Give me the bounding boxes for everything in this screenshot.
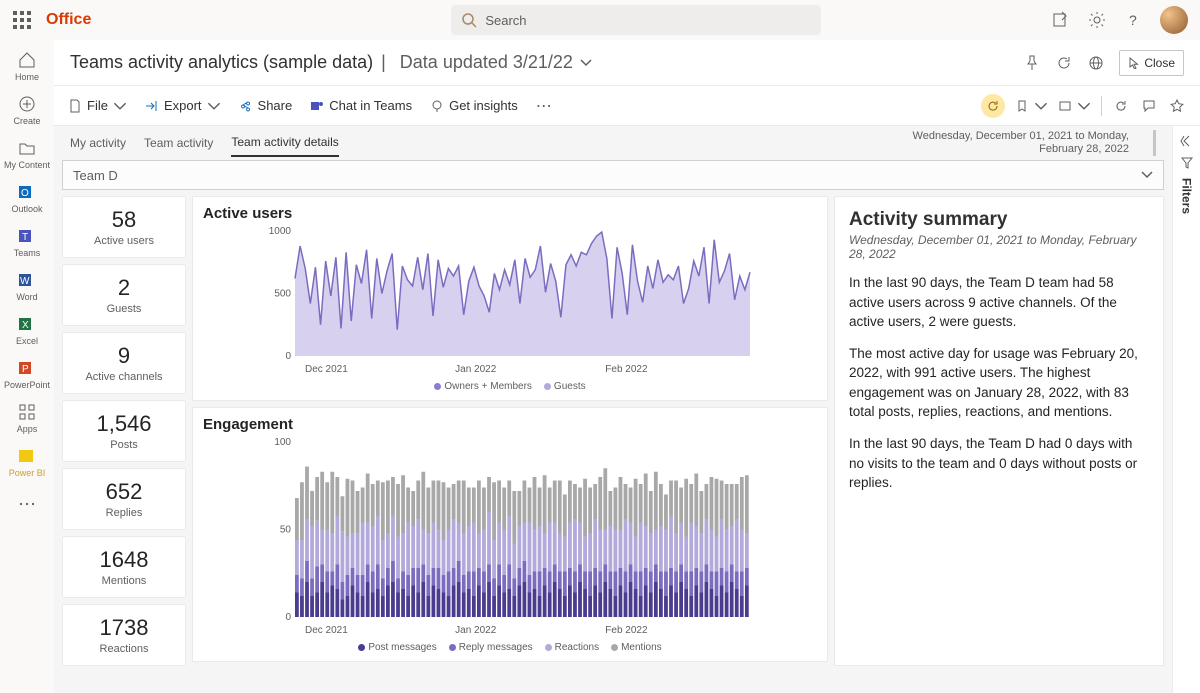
filters-pane-collapsed[interactable]: Filters <box>1172 126 1200 693</box>
svg-text:0: 0 <box>285 351 291 362</box>
rail-powerpoint[interactable]: PPowerPoint <box>3 354 51 394</box>
pin-icon[interactable] <box>1023 54 1041 72</box>
kpi-card[interactable]: 652Replies <box>62 468 186 530</box>
reset-icon[interactable] <box>981 94 1005 118</box>
globe-icon[interactable] <box>1087 54 1105 72</box>
expand-icon[interactable] <box>1180 134 1194 148</box>
report-tabs: My activity Team activity Team activity … <box>62 126 1164 160</box>
favorite-icon[interactable] <box>1168 97 1186 115</box>
kpi-cards: 58Active users2Guests9Active channels1,5… <box>62 196 186 666</box>
rail-more-icon[interactable]: ⋯ <box>18 494 36 515</box>
search-placeholder: Search <box>485 13 526 28</box>
summary-p3: In the last 90 days, the Team D had 0 da… <box>849 434 1149 493</box>
rail-home[interactable]: Home <box>3 46 51 86</box>
kpi-card[interactable]: 1,546Posts <box>62 400 186 462</box>
top-bar: Office Search ? <box>0 0 1200 40</box>
kpi-card[interactable]: 2Guests <box>62 264 186 326</box>
rail-apps[interactable]: Apps <box>3 398 51 438</box>
page-title-sep: | <box>381 52 386 73</box>
brand-label: Office <box>46 11 91 29</box>
engagement-chart[interactable]: Engagement 050100Dec 2021Jan 2022Feb 202… <box>192 407 828 662</box>
more-icon[interactable]: ⋯ <box>536 96 552 116</box>
svg-text:W: W <box>20 276 30 287</box>
svg-text:Feb 2022: Feb 2022 <box>605 364 648 375</box>
kpi-card[interactable]: 1738Reactions <box>62 604 186 666</box>
tab-team-activity[interactable]: Team activity <box>144 130 213 156</box>
svg-text:Feb 2022: Feb 2022 <box>605 625 648 636</box>
svg-text:O: O <box>21 188 29 199</box>
help-icon[interactable]: ? <box>1124 11 1142 29</box>
report-content: My activity Team activity Team activity … <box>54 126 1200 693</box>
kpi-card[interactable]: 1648Mentions <box>62 536 186 598</box>
summary-subtitle: Wednesday, December 01, 2021 to Monday, … <box>849 233 1149 261</box>
settings-icon[interactable] <box>1088 11 1106 29</box>
svg-text:Jan 2022: Jan 2022 <box>455 364 497 375</box>
activity-summary-panel: Activity summary Wednesday, December 01,… <box>834 196 1164 666</box>
share-button[interactable]: Share <box>239 98 293 113</box>
team-selector[interactable]: Team D <box>62 160 1164 190</box>
engagement-svg: 0 50 100 Dec 2021 Jan 2022 Feb 2022 <box>203 437 817 637</box>
rail-word[interactable]: WWord <box>3 266 51 306</box>
task-icon[interactable] <box>1052 11 1070 29</box>
app-launcher-icon[interactable] <box>12 10 32 30</box>
close-button[interactable]: Close <box>1119 50 1184 76</box>
search-icon <box>461 12 477 28</box>
scrollbar-thumb[interactable] <box>1153 130 1156 156</box>
svg-text:Jan 2022: Jan 2022 <box>455 625 497 636</box>
rail-mycontent[interactable]: My Content <box>3 134 51 174</box>
summary-p2: The most active day for usage was Februa… <box>849 344 1149 422</box>
refresh-icon[interactable] <box>1055 54 1073 72</box>
filter-icon <box>1180 156 1194 170</box>
rail-outlook[interactable]: OOutlook <box>3 178 51 218</box>
file-menu[interactable]: File <box>68 98 127 113</box>
svg-text:50: 50 <box>280 525 292 536</box>
svg-text:T: T <box>22 232 28 243</box>
svg-text:P: P <box>22 364 29 375</box>
chevron-down-icon[interactable] <box>579 56 593 70</box>
bookmark-menu[interactable] <box>1015 99 1048 113</box>
page-title: Teams activity analytics (sample data) <box>70 52 373 73</box>
toolbar: File Export Share Chat in Teams Get insi… <box>54 86 1200 126</box>
kpi-card[interactable]: 9Active channels <box>62 332 186 394</box>
date-range-label: Wednesday, December 01, 2021 to Monday, … <box>909 130 1129 156</box>
page: Teams activity analytics (sample data) |… <box>54 40 1200 693</box>
svg-text:1000: 1000 <box>269 226 292 237</box>
active-users-chart[interactable]: Active users 05001000Dec 2021Jan 2022Feb… <box>192 196 828 401</box>
left-nav-rail: Home Create My Content OOutlook TTeams W… <box>0 40 54 693</box>
tab-my-activity[interactable]: My activity <box>70 130 126 156</box>
export-menu[interactable]: Export <box>145 98 221 113</box>
svg-text:X: X <box>22 320 29 331</box>
chat-teams-button[interactable]: Chat in Teams <box>310 98 412 113</box>
tab-team-activity-details[interactable]: Team activity details <box>231 129 338 157</box>
svg-text:500: 500 <box>274 289 291 300</box>
comment-icon[interactable] <box>1140 97 1158 115</box>
refresh-viz-icon[interactable] <box>1112 97 1130 115</box>
summary-title: Activity summary <box>849 209 1149 231</box>
svg-text:?: ? <box>1129 12 1137 28</box>
svg-text:Dec 2021: Dec 2021 <box>305 364 348 375</box>
rail-powerbi[interactable]: Power BI <box>3 442 51 482</box>
summary-p1: In the last 90 days, the Team D team had… <box>849 273 1149 332</box>
svg-text:0: 0 <box>285 612 291 623</box>
insights-button[interactable]: Get insights <box>430 98 518 113</box>
chevron-down-icon <box>1141 169 1153 181</box>
view-menu[interactable] <box>1058 99 1091 113</box>
cursor-icon <box>1128 57 1140 69</box>
search-box[interactable]: Search <box>451 5 821 35</box>
engagement-legend: Post messages Reply messages Reactions M… <box>203 642 817 653</box>
user-avatar[interactable] <box>1160 6 1188 34</box>
rail-create[interactable]: Create <box>3 90 51 130</box>
page-header: Teams activity analytics (sample data) |… <box>54 40 1200 86</box>
active-users-legend: Owners + Members Guests <box>203 381 817 392</box>
rail-teams[interactable]: TTeams <box>3 222 51 262</box>
svg-text:Dec 2021: Dec 2021 <box>305 625 348 636</box>
svg-text:100: 100 <box>274 437 291 448</box>
active-users-svg: 0 500 1000 Dec 2021 Jan 2022 Feb 2022 <box>203 226 817 376</box>
rail-excel[interactable]: XExcel <box>3 310 51 350</box>
kpi-card[interactable]: 58Active users <box>62 196 186 258</box>
page-updated[interactable]: Data updated 3/21/22 <box>400 52 573 73</box>
